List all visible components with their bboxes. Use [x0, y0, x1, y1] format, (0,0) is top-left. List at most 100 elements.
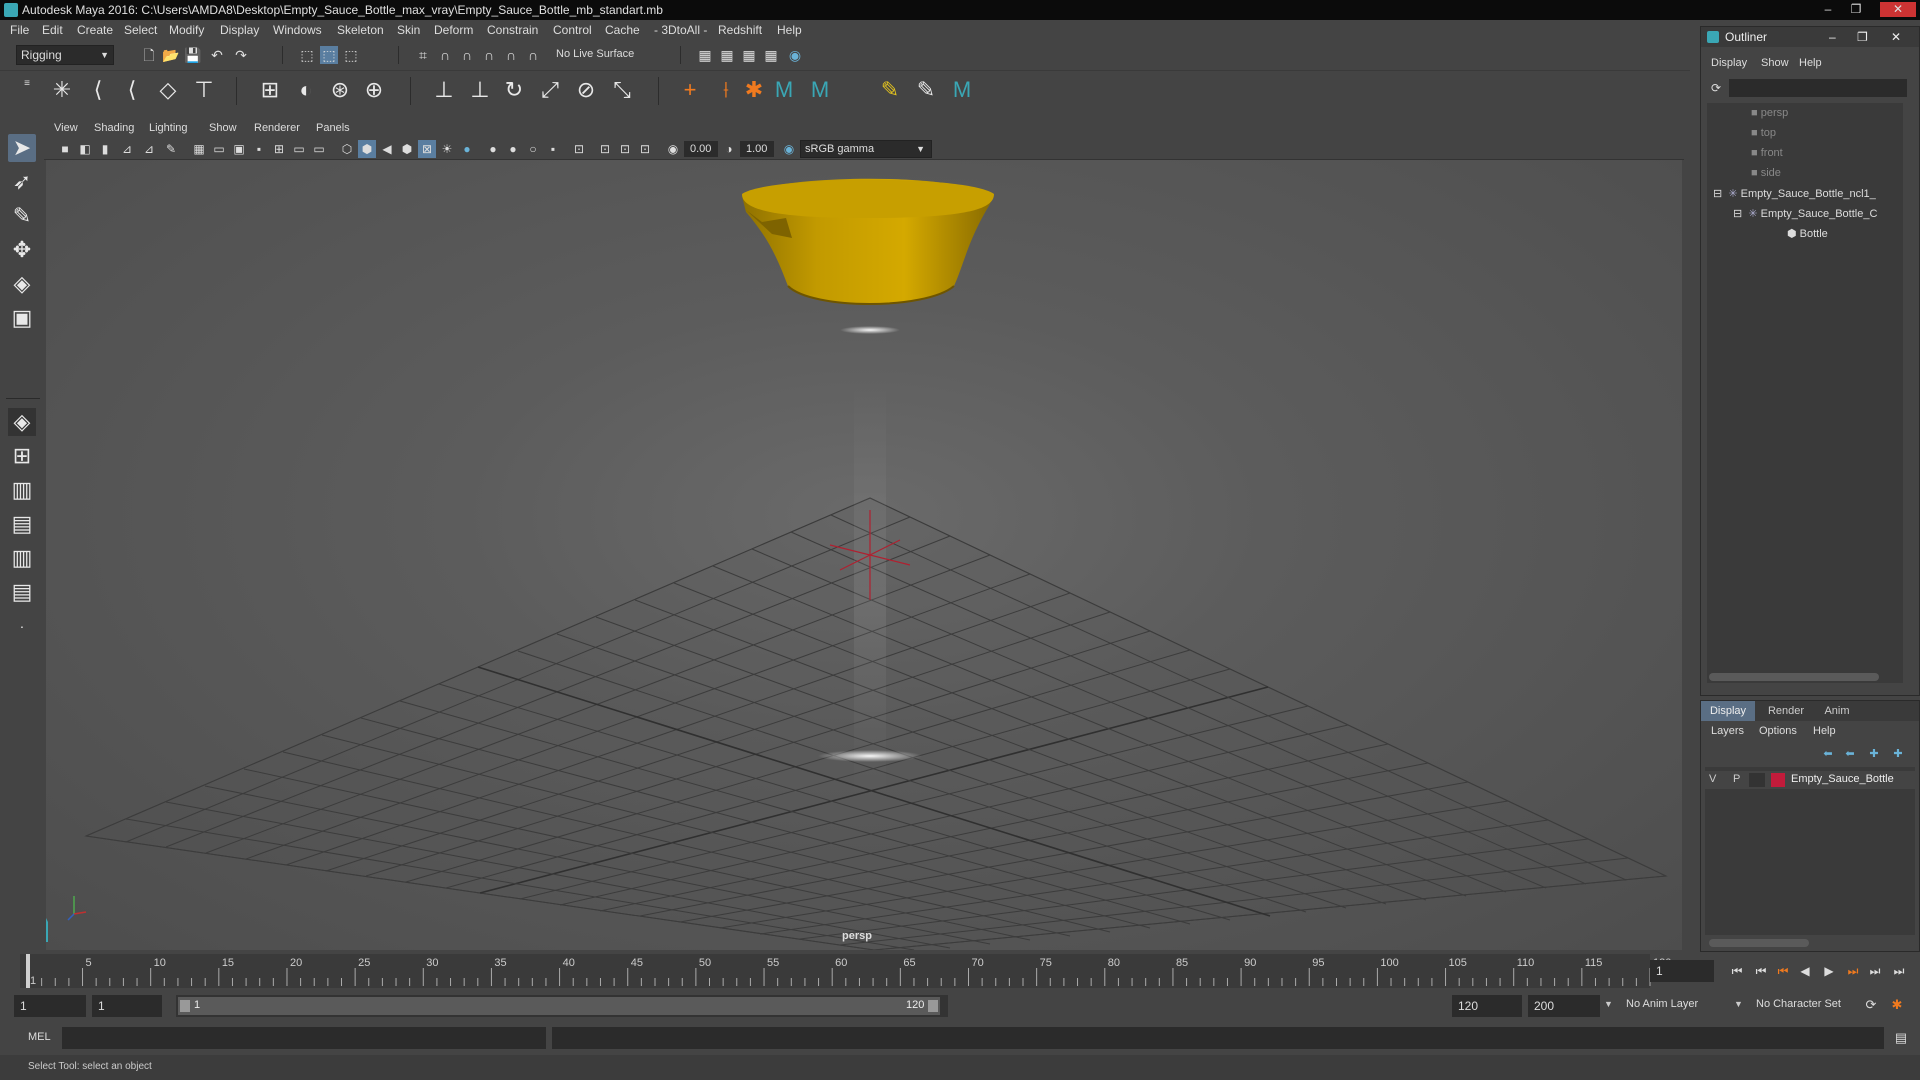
collapse-icon[interactable]: ⊟ [1733, 208, 1742, 220]
undo-icon[interactable]: ↶ [208, 46, 226, 64]
multisample-aa-icon[interactable]: ● [504, 140, 522, 158]
parent-constraint-icon[interactable]: ⊘ [572, 76, 600, 104]
new-layer-selected-icon[interactable]: ✚ [1889, 745, 1907, 763]
menu-skeleton[interactable]: Skeleton [337, 23, 384, 37]
panel-menu-show[interactable]: Show [209, 122, 237, 134]
new-scene-icon[interactable]: 🗋 [140, 46, 158, 64]
select-object-icon[interactable]: ⬚ [320, 46, 338, 64]
bind-skin-icon[interactable]: ⊞ [256, 76, 284, 104]
snap-live-icon[interactable]: ∩ [524, 46, 542, 64]
playback-end-field[interactable]: 120 [1452, 995, 1522, 1017]
wireframe-icon[interactable]: ⬡ [338, 140, 356, 158]
refresh-icon[interactable]: ⟳ [1707, 79, 1725, 97]
script-editor-icon[interactable]: ✎ [876, 76, 904, 104]
color-management-icon[interactable]: ◉ [780, 140, 798, 158]
chevron-down-icon[interactable]: ▼ [1604, 999, 1613, 1009]
tree-item-side[interactable]: ■ side [1751, 167, 1781, 179]
default-material-icon[interactable]: ◀ [378, 140, 396, 158]
menu-constrain[interactable]: Constrain [487, 23, 538, 37]
anim-layer-dropdown[interactable]: No Anim Layer [1626, 998, 1698, 1010]
perspective-viewport[interactable]: persp [46, 160, 1682, 950]
tab-display[interactable]: Display [1701, 701, 1755, 721]
play-forwards-icon[interactable]: ▶ [1820, 962, 1838, 980]
render-frame-icon[interactable]: ▦ [696, 46, 714, 64]
panel-menu-shading[interactable]: Shading [94, 122, 134, 134]
script-editor-button[interactable]: ▤ [1892, 1029, 1910, 1047]
xray-joints-icon[interactable]: ⊡ [596, 140, 614, 158]
persp-graph-layout-icon[interactable]: ▥ [8, 544, 36, 572]
layer-menu-options[interactable]: Options [1759, 725, 1797, 737]
menu-deform[interactable]: Deform [434, 23, 473, 37]
snap-curve-icon[interactable]: ∩ [436, 46, 454, 64]
camera-attributes-icon[interactable]: ◧ [76, 140, 94, 158]
playback-start-field[interactable]: 1 [92, 995, 162, 1017]
redo-icon[interactable]: ↷ [232, 46, 250, 64]
panel-menu-lighting[interactable]: Lighting [149, 122, 188, 134]
menu-help[interactable]: Help [777, 23, 802, 37]
tab-anim[interactable]: Anim [1815, 701, 1859, 721]
panel-menu-view[interactable]: View [54, 122, 78, 134]
tree-item-top[interactable]: ■ top [1751, 127, 1776, 139]
point-constraint-icon[interactable]: ⊥ [430, 76, 458, 104]
tree-item-subgroup[interactable]: ⊟ ✳ Empty_Sauce_Bottle_C [1733, 207, 1877, 220]
exposure-icon[interactable]: ◉ [664, 140, 682, 158]
resolution-gate-icon[interactable]: ▣ [230, 140, 248, 158]
maya-shelf-icon-3[interactable]: M [948, 76, 976, 104]
menu-create[interactable]: Create [77, 23, 113, 37]
persp-outliner-layout-icon[interactable]: ▤ [8, 510, 36, 538]
animation-preferences-icon[interactable]: ✱ [1888, 996, 1906, 1014]
open-scene-icon[interactable]: 📂 [162, 46, 180, 64]
outliner-menu-help[interactable]: Help [1799, 57, 1822, 69]
exposure-field[interactable]: 0.00 [684, 141, 718, 157]
menu-display[interactable]: Display [220, 23, 259, 37]
outliner-search-input[interactable] [1729, 79, 1907, 97]
maximize-button[interactable]: ❐ [1843, 2, 1869, 17]
outliner-close-button[interactable]: ✕ [1891, 27, 1901, 47]
layer-menu-help[interactable]: Help [1813, 725, 1836, 737]
snap-point-icon[interactable]: ∩ [458, 46, 476, 64]
motion-blur-icon[interactable]: ● [484, 140, 502, 158]
render-view-icon[interactable]: ◉ [786, 46, 804, 64]
animation-end-field[interactable]: 200 [1528, 995, 1600, 1017]
shadows-icon[interactable]: ☀ [438, 140, 456, 158]
paint-weights-icon[interactable]: ◐ [292, 76, 320, 104]
more-layouts-icon[interactable]: · [8, 612, 36, 640]
paint-tool-icon[interactable]: ✎ [912, 76, 940, 104]
joint-tool-icon[interactable]: ✳ [48, 76, 76, 104]
current-frame-field[interactable]: 1 [1650, 960, 1714, 982]
tree-item-group[interactable]: ⊟ ✳ Empty_Sauce_Bottle_ncl1_ [1713, 187, 1876, 200]
step-back-key-icon[interactable]: ⏮ [1752, 962, 1770, 980]
range-bar[interactable]: 1 120 [178, 997, 940, 1015]
character-set-dropdown[interactable]: No Character Set [1756, 998, 1841, 1010]
gamma-icon[interactable]: ◑ [720, 140, 738, 158]
paint-select-icon[interactable]: ✎ [8, 202, 36, 230]
grease-pencil-icon[interactable]: ✎ [162, 140, 180, 158]
gamma-field[interactable]: 1.00 [740, 141, 774, 157]
go-to-end-icon[interactable]: ⏭ [1890, 962, 1908, 980]
humanik-icon[interactable]: ✱ [740, 76, 768, 104]
four-view-layout-icon[interactable]: ⊞ [8, 442, 36, 470]
snap-grid-icon[interactable]: ⌗ [414, 46, 432, 64]
textured-icon[interactable]: ⬢ [398, 140, 416, 158]
rotate-tool-icon[interactable]: ◈ [8, 270, 36, 298]
move-layer-up-icon[interactable]: ⬅ [1819, 745, 1837, 763]
snap-surface-icon[interactable]: ∩ [502, 46, 520, 64]
tree-item-persp[interactable]: ■ persp [1751, 107, 1788, 119]
layer-playback-toggle[interactable]: P [1733, 773, 1740, 785]
hypershade-layout-icon[interactable]: ▤ [8, 578, 36, 606]
outliner-minimize-button[interactable]: – [1829, 27, 1836, 47]
go-to-start-icon[interactable]: ⏮ [1728, 962, 1746, 980]
quick-rig-icon[interactable]: ⟊ [712, 76, 740, 104]
menu-3dtoall[interactable]: - 3DtoAll - [654, 23, 707, 37]
layer-visibility-toggle[interactable]: V [1709, 773, 1716, 785]
film-gate-icon[interactable]: ▭ [210, 140, 228, 158]
layer-color-swatch[interactable] [1771, 773, 1785, 787]
layer-hscrollbar[interactable] [1709, 939, 1809, 947]
snap-view-icon[interactable]: ∩ [480, 46, 498, 64]
menu-cache[interactable]: Cache [605, 23, 640, 37]
menu-select[interactable]: Select [124, 23, 157, 37]
move-layer-down-icon[interactable]: ⬅ [1841, 745, 1859, 763]
layer-row[interactable]: V P Empty_Sauce_Bottle [1705, 771, 1915, 789]
ik-spline-icon[interactable]: ⟨ [118, 76, 146, 104]
use-all-lights-icon[interactable]: ⊠ [418, 140, 436, 158]
